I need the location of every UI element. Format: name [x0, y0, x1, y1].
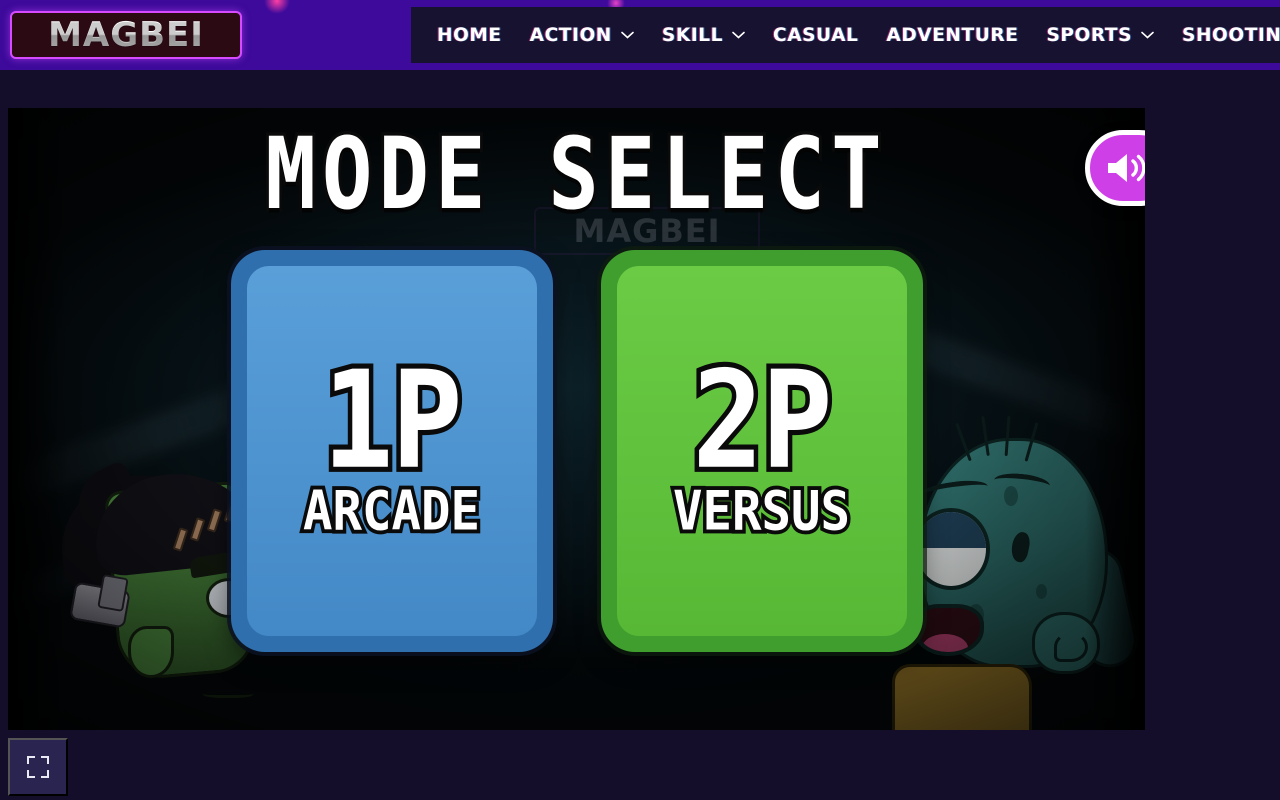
nav-item-sports[interactable]: SPORTS [1032, 7, 1168, 63]
nav-item-label: SKILL [661, 24, 724, 46]
nav-item-shooting[interactable]: SHOOTING [1168, 7, 1280, 63]
chevron-down-icon [1141, 31, 1154, 39]
nav-item-label: SPORTS [1046, 24, 1133, 46]
nav-item-label: SHOOTING [1182, 24, 1280, 46]
nav-item-label: ADVENTURE [886, 24, 1019, 46]
speaker-on-icon [1104, 150, 1145, 186]
header-glow-dot-left [264, 0, 290, 14]
mode-card-small-label: VERSUS [669, 479, 853, 543]
mode-select-title: MODE SELECT [262, 115, 888, 232]
nav-item-label: CASUAL [773, 24, 859, 46]
brand-logo[interactable]: MAGBEI [10, 11, 242, 59]
chevron-down-icon [732, 31, 745, 39]
nav-item-adventure[interactable]: ADVENTURE [872, 7, 1032, 63]
nav-item-home[interactable]: HOME [423, 7, 516, 63]
brand-logo-text: MAGBEI [48, 15, 204, 55]
nav-item-casual[interactable]: CASUAL [759, 7, 872, 63]
nav-item-label: HOME [437, 24, 502, 46]
chevron-down-icon [621, 31, 634, 39]
fullscreen-icon [27, 756, 49, 778]
main-navigation: HOME ACTION SKILL CASUAL ADVENTURE SPORT… [411, 7, 1280, 63]
fullscreen-button[interactable] [8, 738, 68, 796]
mode-card-big-label: 2P [688, 341, 837, 499]
site-header: MAGBEI HOME ACTION SKILL CASUAL ADVENTUR… [0, 0, 1280, 70]
mode-card-2p-versus[interactable]: 2P VERSUS [600, 250, 923, 652]
nav-item-action[interactable]: ACTION [516, 7, 648, 63]
nav-item-skill[interactable]: SKILL [648, 7, 759, 63]
mode-card-list: 1P ARCADE 2P VERSUS [8, 250, 1145, 652]
mode-card-1p-arcade[interactable]: 1P ARCADE [230, 250, 553, 652]
mode-card-big-label: 1P [318, 341, 467, 499]
mode-card-small-label: ARCADE [299, 479, 483, 543]
nav-item-label: ACTION [529, 24, 612, 46]
game-canvas[interactable]: MAGBEI MAGBEI MODE SELECT 1P ARCADE 2P V… [8, 108, 1145, 730]
